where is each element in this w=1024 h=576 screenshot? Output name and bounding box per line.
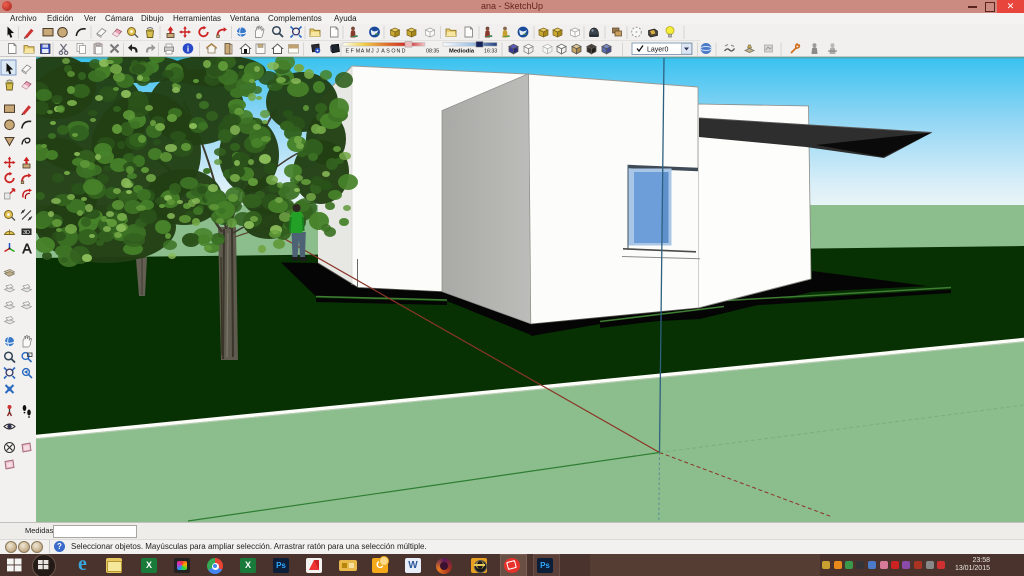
svg-text:N: N bbox=[397, 49, 401, 55]
svg-text:3D: 3D bbox=[23, 230, 30, 236]
svg-text:O: O bbox=[391, 49, 395, 55]
svg-text:M: M bbox=[366, 49, 370, 55]
svg-text:16:33: 16:33 bbox=[484, 49, 497, 55]
svg-text:J: J bbox=[371, 49, 374, 55]
svg-text:J: J bbox=[376, 49, 379, 55]
svg-text:D: D bbox=[402, 49, 406, 55]
svg-text:08:35: 08:35 bbox=[426, 49, 439, 55]
svg-text:M: M bbox=[356, 49, 360, 55]
svg-text:E: E bbox=[346, 49, 350, 55]
svg-text:A: A bbox=[361, 49, 365, 55]
svg-text:Mediodía: Mediodía bbox=[449, 49, 475, 55]
svg-text:F: F bbox=[351, 49, 355, 55]
svg-text:S: S bbox=[386, 49, 390, 55]
svg-text:A: A bbox=[381, 49, 385, 55]
svg-text:Layer0: Layer0 bbox=[647, 47, 669, 54]
